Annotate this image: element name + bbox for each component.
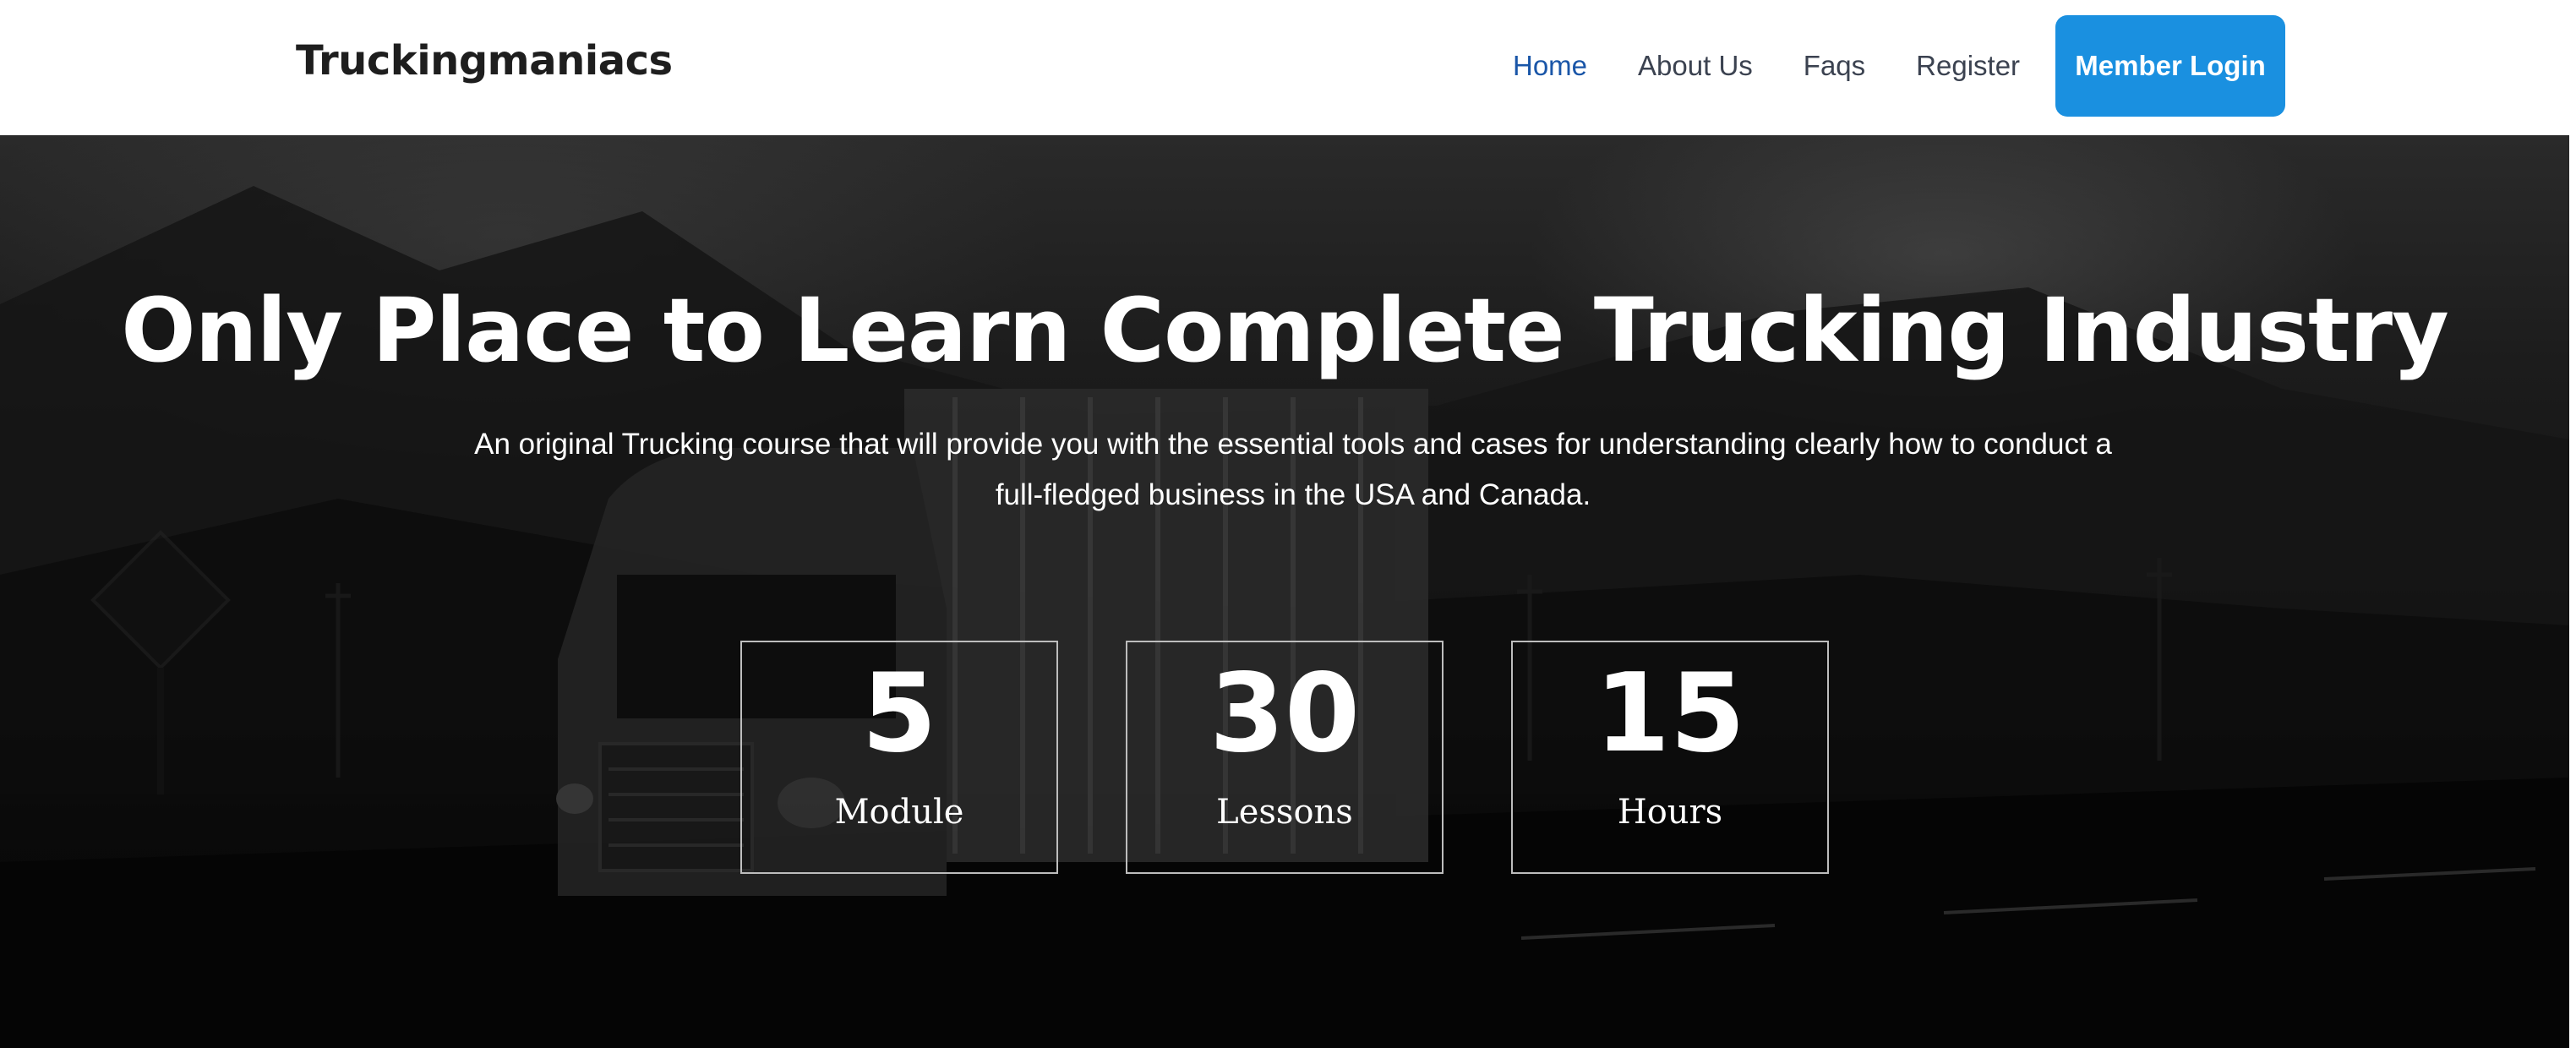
stat-card-lessons: 30 Lessons	[1126, 641, 1444, 874]
stat-label: Module	[834, 793, 964, 832]
hero-description: An original Trucking course that will pr…	[474, 428, 2112, 511]
nav-home[interactable]: Home	[1513, 50, 1587, 82]
stat-card-hours: 15 Hours	[1511, 641, 1829, 874]
site-logo[interactable]: Truckingmaniacs	[296, 37, 673, 85]
hero-background-image	[0, 186, 2569, 1048]
member-login-button[interactable]: Member Login	[2055, 15, 2286, 117]
stat-label: Hours	[1617, 793, 1723, 832]
stat-value: 5	[861, 651, 937, 777]
site-header: Truckingmaniacs Home About Us Faqs Regis…	[0, 0, 2576, 135]
stat-value: 15	[1594, 651, 1746, 777]
nav-faqs[interactable]: Faqs	[1804, 50, 1865, 82]
page-scrollbar[interactable]	[2569, 0, 2576, 1048]
hero-title: Only Place to Learn Complete Trucking In…	[121, 279, 2449, 382]
stat-card-module: 5 Module	[740, 641, 1058, 874]
nav-about-us[interactable]: About Us	[1638, 50, 1753, 82]
stat-value: 30	[1209, 651, 1361, 777]
stat-label: Lessons	[1216, 793, 1353, 832]
hero-section: Only Place to Learn Complete Trucking In…	[0, 135, 2569, 1048]
nav-register[interactable]: Register	[1916, 50, 2020, 82]
main-nav: Home About Us Faqs Register Member Login	[1487, 15, 2286, 117]
